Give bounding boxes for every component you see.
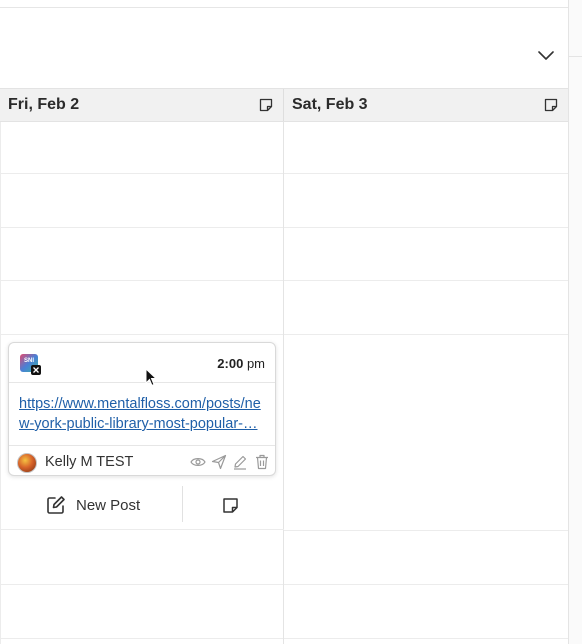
pencil-icon[interactable] bbox=[231, 453, 249, 471]
sticky-note-icon[interactable] bbox=[544, 98, 558, 112]
time-slot[interactable] bbox=[284, 122, 568, 174]
post-card-header: SNI 2:00 pm bbox=[9, 343, 275, 383]
time-slot[interactable] bbox=[1, 228, 283, 281]
day-header-sat: Sat, Feb 3 bbox=[284, 89, 568, 121]
post-time-hour: 2:00 bbox=[217, 356, 244, 371]
calendar-header-area bbox=[0, 8, 568, 88]
time-slot[interactable] bbox=[284, 531, 568, 585]
time-slot[interactable] bbox=[1, 122, 283, 174]
time-slot[interactable] bbox=[1, 585, 283, 639]
time-slot[interactable] bbox=[1, 531, 283, 585]
time-slot[interactable] bbox=[284, 335, 568, 531]
day-label: Fri, Feb 2 bbox=[8, 96, 80, 113]
eye-icon[interactable] bbox=[189, 453, 207, 471]
post-time: 2:00 pm bbox=[217, 356, 265, 371]
time-slot[interactable] bbox=[284, 228, 568, 281]
trash-icon[interactable] bbox=[253, 453, 271, 471]
right-scroll-rail[interactable] bbox=[568, 0, 582, 644]
new-post-button[interactable]: New Post bbox=[46, 494, 140, 516]
day-label: Sat, Feb 3 bbox=[292, 96, 368, 113]
time-slot[interactable] bbox=[1, 174, 283, 228]
sticky-note-icon[interactable] bbox=[259, 98, 273, 112]
day-header-fri: Fri, Feb 2 bbox=[0, 89, 284, 121]
top-strip bbox=[0, 0, 568, 8]
post-time-ampm: pm bbox=[246, 356, 265, 371]
sni-x-icon: SNI bbox=[19, 353, 41, 375]
svg-text:SNI: SNI bbox=[24, 358, 34, 364]
chevron-down-icon[interactable] bbox=[534, 46, 558, 66]
post-link[interactable]: https://www.mentalfloss.com/posts/new-yo… bbox=[19, 394, 267, 434]
time-slot[interactable] bbox=[284, 281, 568, 335]
new-post-row: New Post bbox=[0, 480, 284, 530]
new-post-label: New Post bbox=[76, 496, 141, 514]
time-slot[interactable] bbox=[1, 281, 283, 335]
send-icon[interactable] bbox=[210, 453, 228, 471]
post-card-footer: Kelly M TEST bbox=[9, 445, 275, 475]
time-slot[interactable] bbox=[284, 585, 568, 639]
time-slot[interactable] bbox=[284, 174, 568, 228]
sticky-note-icon[interactable] bbox=[220, 495, 240, 515]
scheduled-post-card[interactable]: SNI 2:00 pm https://www.mentalfloss.com/… bbox=[8, 342, 276, 476]
day-column-sat[interactable] bbox=[284, 122, 568, 644]
rail-divider bbox=[569, 56, 582, 57]
day-headers: Fri, Feb 2 Sat, Feb 3 bbox=[0, 88, 568, 122]
avatar bbox=[17, 453, 37, 473]
author-name: Kelly M TEST bbox=[45, 454, 134, 470]
compose-icon bbox=[47, 496, 65, 514]
divider bbox=[182, 486, 183, 522]
